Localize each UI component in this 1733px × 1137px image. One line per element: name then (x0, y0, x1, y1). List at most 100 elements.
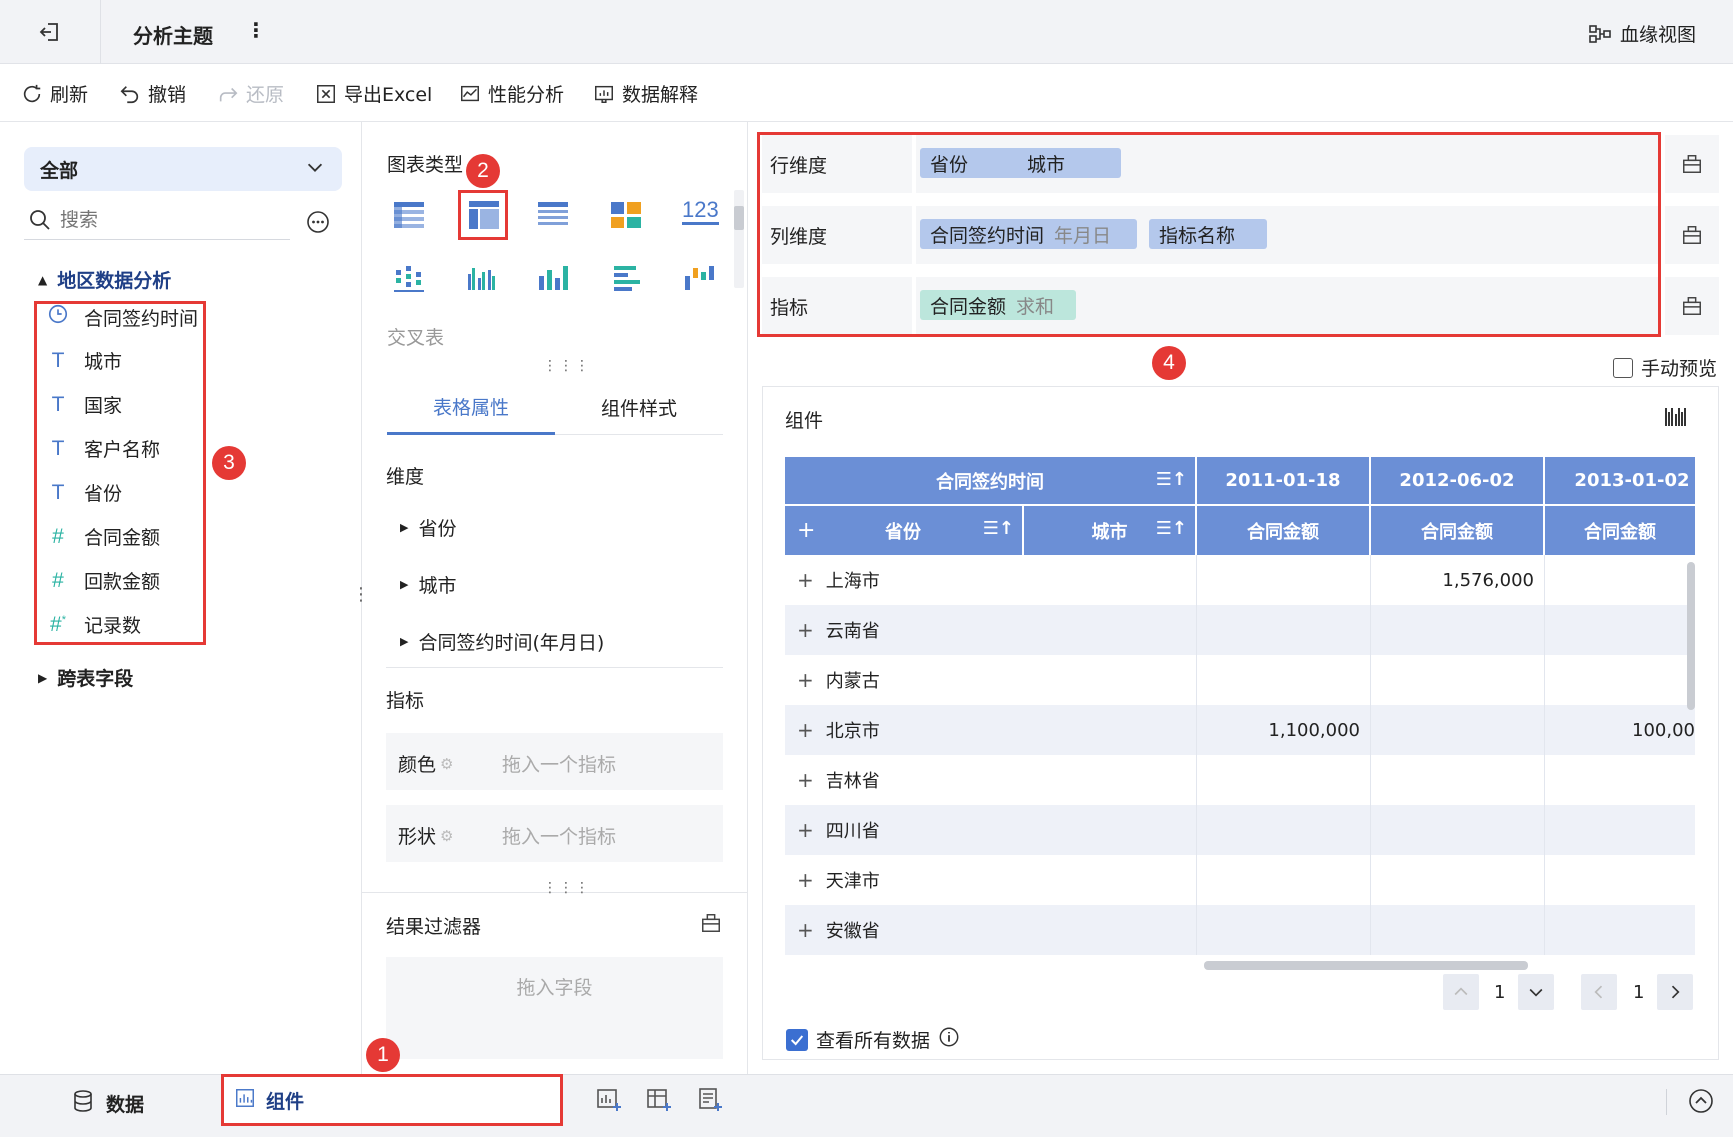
filter-drop-zone[interactable]: 拖入字段 (386, 957, 723, 1059)
expand-row-icon[interactable]: + (797, 868, 814, 892)
barcode-icon[interactable] (1664, 406, 1688, 433)
amount-cell (1371, 655, 1545, 705)
col-dim-chip-metric-name[interactable]: 指标名称 (1149, 219, 1268, 249)
column-zone-settings-icon[interactable] (1665, 206, 1719, 264)
manual-preview-checkbox[interactable]: 手动预览 (1613, 354, 1717, 381)
refresh-button[interactable]: 刷新 (20, 80, 88, 107)
field-item[interactable]: # 合同金额 (46, 523, 160, 550)
drag-handle-icon[interactable]: ⋮⋮⋮ (543, 358, 591, 374)
page-down-button[interactable] (1518, 974, 1554, 1010)
add-table-icon[interactable] (646, 1087, 672, 1118)
filter-settings-icon[interactable] (700, 912, 722, 939)
expand-row-icon[interactable]: + (797, 918, 814, 942)
chip-label: 省份 (930, 153, 969, 176)
table-row[interactable]: + 吉林省 (785, 755, 1695, 805)
page-up-button[interactable] (1443, 974, 1479, 1010)
table-row[interactable]: + 上海市 1,576,000 (785, 555, 1695, 605)
undo-button[interactable]: 撤销 (118, 80, 186, 107)
row-dimension-zone[interactable]: 行维度 (762, 135, 1660, 193)
card-chart-icon[interactable] (610, 200, 642, 235)
scope-select[interactable]: 全部 (24, 147, 342, 191)
more-icon[interactable]: ⋮ (246, 18, 266, 42)
data-explain-button[interactable]: 数据解释 (592, 80, 698, 107)
bar-chart-icon[interactable] (610, 264, 642, 299)
horizontal-scrollbar[interactable] (1204, 961, 1528, 970)
table-row[interactable]: + 天津市 (785, 855, 1695, 905)
component-tab[interactable]: 组件 (224, 1076, 560, 1124)
row-dim-chip-city[interactable]: 城市 (1017, 148, 1122, 178)
add-text-icon[interactable] (697, 1087, 723, 1118)
cross-table-toggle[interactable]: ▶ 跨表字段 (38, 664, 133, 691)
amount-cell (1197, 555, 1371, 605)
waterfall-chart-icon[interactable] (683, 264, 715, 299)
table-row[interactable]: + 北京市 1,100,000 100,00 (785, 705, 1695, 755)
collapse-up-icon[interactable] (1688, 1088, 1714, 1119)
kpi-number-icon[interactable]: 123 (682, 198, 719, 225)
redo-button[interactable]: 还原 (216, 80, 284, 107)
field-item[interactable]: T 省份 (46, 479, 122, 506)
search-input[interactable] (60, 206, 290, 236)
table-row[interactable]: + 安徽省 (785, 905, 1695, 955)
caret-right-icon: ▶ (38, 670, 48, 685)
group-toggle[interactable]: ▲ 地区数据分析 (38, 266, 171, 293)
metric-zone[interactable]: 指标 (762, 277, 1660, 335)
drag-handle-icon[interactable]: ⋮⋮⋮ (543, 880, 591, 896)
divider (386, 667, 723, 668)
row-zone-settings-icon[interactable] (1665, 135, 1719, 193)
header-city-cell[interactable]: 城市 ☰↑ (1024, 506, 1197, 555)
grouped-bar-icon[interactable] (466, 264, 498, 299)
expand-row-icon[interactable]: + (797, 718, 814, 742)
performance-analysis-button[interactable]: 性能分析 (458, 80, 564, 107)
dimension-item[interactable]: ▶ 省份 (400, 514, 456, 541)
info-icon[interactable] (938, 1026, 960, 1053)
field-item[interactable]: T 客户名称 (46, 435, 160, 462)
expand-row-icon[interactable]: + (797, 618, 814, 642)
cross-table-icon[interactable] (462, 193, 506, 237)
field-item[interactable]: T 城市 (46, 347, 122, 374)
back-icon[interactable] (38, 20, 62, 44)
tab-component-style[interactable]: 组件样式 (555, 380, 723, 435)
col-dim-chip-time[interactable]: 合同签约时间 年月日 (920, 219, 1138, 249)
table-row[interactable]: + 云南省 (785, 605, 1695, 655)
sort-icon[interactable]: ☰↑ (1156, 469, 1187, 490)
lineage-label: 血缘视图 (1620, 24, 1697, 46)
header-time-cell[interactable]: 合同签约时间 ☰↑ (785, 457, 1197, 506)
dimension-title: 维度 (386, 466, 425, 488)
expand-row-icon[interactable]: + (797, 768, 814, 792)
metric-zone-settings-icon[interactable] (1665, 277, 1719, 335)
dimension-item[interactable]: ▶ 合同签约时间(年月日) (400, 628, 604, 655)
table-row[interactable]: + 四川省 (785, 805, 1695, 855)
row-dim-chip-province[interactable]: 省份 (920, 148, 1025, 178)
field-item[interactable]: T 国家 (46, 391, 122, 418)
expand-row-icon[interactable]: + (797, 818, 814, 842)
vertical-scrollbar[interactable] (1687, 562, 1695, 710)
tab-table-properties[interactable]: 表格属性 (387, 380, 555, 435)
view-all-data-checkbox[interactable]: 查看所有数据 (786, 1026, 960, 1053)
table-chart-icon[interactable] (393, 200, 425, 235)
column-chart-icon[interactable] (537, 264, 569, 299)
field-item[interactable]: 合同签约时间 (46, 303, 198, 331)
metric-chip-amount[interactable]: 合同金额 求和 (920, 290, 1077, 320)
field-item[interactable]: #* 记录数 (46, 611, 141, 638)
page-left-button[interactable] (1581, 974, 1617, 1010)
sort-icon[interactable]: ☰↑ (983, 518, 1014, 539)
table-row[interactable]: + 内蒙古 (785, 655, 1695, 705)
header-province-cell[interactable]: + 省份 ☰↑ (785, 506, 1024, 555)
data-tab[interactable]: 数据 (72, 1089, 144, 1118)
dimension-item[interactable]: ▶ 城市 (400, 571, 456, 598)
field-item[interactable]: # 回款金额 (46, 567, 160, 594)
lineage-view-button[interactable]: 血缘视图 (1588, 20, 1696, 47)
chart-list-scrollbar[interactable] (734, 190, 744, 288)
sort-icon[interactable]: ☰↑ (1156, 518, 1187, 539)
scatter-bar-icon[interactable] (393, 264, 425, 299)
export-excel-button[interactable]: 导出Excel (314, 80, 432, 107)
expand-all-icon[interactable]: + (797, 518, 815, 543)
add-chart-icon[interactable] (596, 1087, 622, 1118)
refresh-label: 刷新 (50, 84, 89, 106)
detail-table-icon[interactable] (537, 200, 569, 235)
more-options-icon[interactable] (306, 210, 330, 239)
expand-row-icon[interactable]: + (797, 568, 814, 592)
expand-row-icon[interactable]: + (797, 668, 814, 692)
dimension-label: 合同签约时间(年月日) (418, 632, 605, 654)
page-right-button[interactable] (1657, 974, 1693, 1010)
